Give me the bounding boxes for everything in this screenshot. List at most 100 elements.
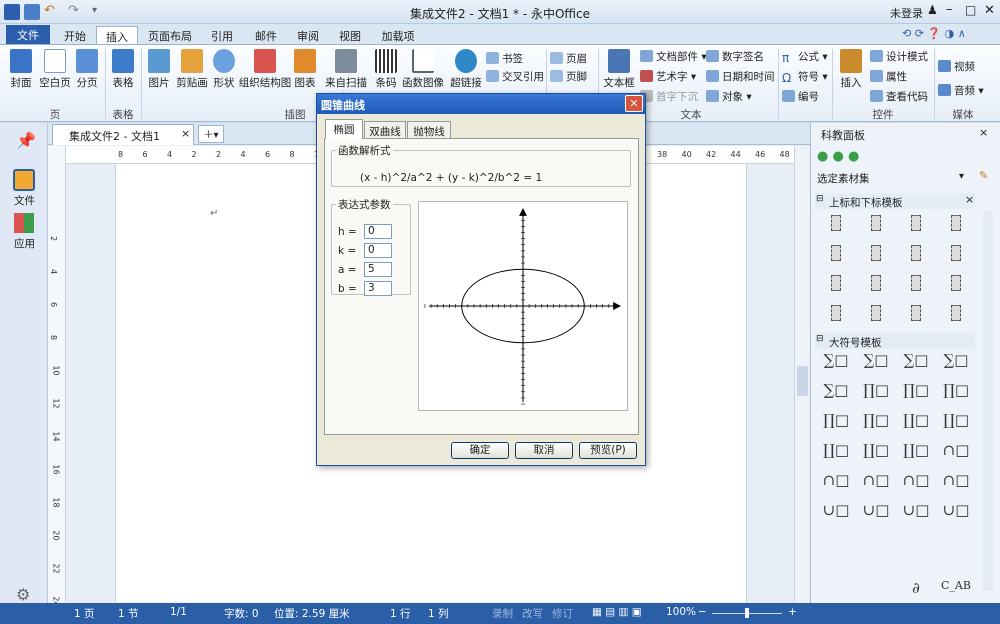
symbol-template[interactable]: ∏□ bbox=[937, 381, 975, 399]
tab-hyperbola[interactable]: 双曲线 bbox=[364, 121, 406, 139]
status-overwrite[interactable]: 改写 bbox=[522, 606, 543, 621]
apps-icon[interactable] bbox=[14, 213, 34, 233]
superscript-template[interactable] bbox=[951, 305, 961, 321]
symbol-template[interactable]: ∩□ bbox=[817, 471, 855, 489]
tab-references[interactable]: 引用 bbox=[204, 26, 240, 44]
param-k-input[interactable]: 0 bbox=[364, 243, 392, 258]
preview-button[interactable]: 预览(P) bbox=[579, 442, 637, 459]
zoom-level[interactable]: 100% bbox=[666, 606, 696, 618]
superscript-template[interactable] bbox=[951, 215, 961, 231]
tab-mailings[interactable]: 邮件 bbox=[248, 26, 284, 44]
tab-addins[interactable]: 加载项 bbox=[376, 26, 420, 44]
superscript-template[interactable] bbox=[831, 215, 841, 231]
symbol-template[interactable]: ∐□ bbox=[897, 411, 935, 429]
symbol-template[interactable]: ∐□ bbox=[897, 441, 935, 459]
chart-button[interactable]: 图表 bbox=[292, 49, 318, 90]
tab-parabola[interactable]: 抛物线 bbox=[407, 121, 451, 139]
signature-button[interactable]: 数字签名 bbox=[706, 49, 764, 64]
superscript-template[interactable] bbox=[871, 245, 881, 261]
superscript-template[interactable] bbox=[871, 215, 881, 231]
clipart-button[interactable]: 剪贴画 bbox=[174, 49, 210, 90]
superscript-template[interactable] bbox=[831, 275, 841, 291]
view-mode-icons[interactable]: ▦ ▤ ▥ ▣ bbox=[592, 606, 642, 618]
symbol-template[interactable]: ∩□ bbox=[937, 471, 975, 489]
picture-button[interactable]: 图片 bbox=[144, 49, 174, 90]
insert-control-button[interactable]: 插入 bbox=[836, 49, 866, 90]
symbol-template[interactable]: ∑□ bbox=[937, 351, 975, 369]
design-mode-button[interactable]: 设计模式 bbox=[870, 49, 928, 64]
function-graph-button[interactable]: 函数图像 bbox=[402, 49, 444, 90]
cover-page-button[interactable]: 封面 bbox=[4, 49, 38, 90]
tab-file[interactable]: 文件 bbox=[6, 25, 50, 44]
file-rail-label[interactable]: 文件 bbox=[14, 193, 35, 208]
tab-view[interactable]: 视图 bbox=[332, 26, 368, 44]
superscript-template[interactable] bbox=[951, 275, 961, 291]
superscript-template[interactable] bbox=[831, 305, 841, 321]
section-superscript-subscript[interactable]: 上标和下标模板 bbox=[815, 193, 975, 209]
edit-tool-icon[interactable]: ✎ bbox=[979, 169, 988, 182]
ok-button[interactable]: 确定 bbox=[451, 442, 509, 459]
superscript-template-grid[interactable] bbox=[817, 211, 977, 331]
superscript-template[interactable] bbox=[831, 245, 841, 261]
zoom-slider-thumb[interactable] bbox=[745, 608, 749, 618]
hyperlink-button[interactable]: 超链接 bbox=[448, 49, 484, 90]
symbol-template[interactable]: ∑□ bbox=[857, 351, 895, 369]
section-close-icon[interactable]: × bbox=[965, 193, 974, 206]
symbol-template[interactable]: ∑□ bbox=[897, 351, 935, 369]
panel-tool-icons[interactable]: ● ● ● bbox=[817, 149, 859, 164]
symbol-template[interactable]: ∏□ bbox=[857, 381, 895, 399]
view-code-button[interactable]: 查看代码 bbox=[870, 89, 928, 104]
large-symbol-template-grid[interactable]: ∑□ ∑□ ∑□ ∑□ ∑□ ∏□ ∏□ ∏□ ∏□ ∏□ ∐□ ∐□ ∐□ ∐… bbox=[817, 351, 977, 567]
superscript-template[interactable] bbox=[911, 305, 921, 321]
help-icons[interactable]: ⟲ ⟳ ❓ ◑ ∧ bbox=[902, 27, 966, 40]
symbol-template[interactable]: ∏□ bbox=[897, 381, 935, 399]
doc-parts-button[interactable]: 文档部件 ▾ bbox=[640, 49, 707, 64]
cross-reference-button[interactable]: 交叉引用 bbox=[486, 69, 544, 84]
symbol-template[interactable]: ∐□ bbox=[937, 411, 975, 429]
settings-gear-icon[interactable]: ⚙ bbox=[16, 585, 30, 604]
status-track[interactable]: 修订 bbox=[552, 606, 573, 621]
symbol-template[interactable]: ∐□ bbox=[857, 441, 895, 459]
header-button[interactable]: 页眉 bbox=[550, 51, 587, 66]
symbol-template[interactable]: ∏□ bbox=[857, 411, 895, 429]
wordart-button[interactable]: 艺术字 ▾ bbox=[640, 69, 696, 84]
footer-button[interactable]: 页脚 bbox=[550, 69, 587, 84]
superscript-template[interactable] bbox=[911, 275, 921, 291]
param-b-input[interactable]: 3 bbox=[364, 281, 392, 296]
pin-icon[interactable]: 📌 bbox=[16, 131, 36, 150]
object-button[interactable]: 对象 ▾ bbox=[706, 89, 752, 104]
minimize-button[interactable]: – bbox=[946, 2, 953, 17]
textbox-button[interactable]: 文本框 bbox=[602, 49, 636, 90]
vertical-scrollbar[interactable] bbox=[794, 146, 810, 602]
symbol-template[interactable]: ∩□ bbox=[897, 471, 935, 489]
panel-close-icon[interactable]: × bbox=[979, 126, 988, 139]
selector-dropdown-icon[interactable]: ▾ bbox=[959, 171, 964, 182]
document-tab[interactable]: 集成文件2 - 文档1 × bbox=[52, 124, 194, 145]
superscript-template[interactable] bbox=[911, 215, 921, 231]
file-manager-icon[interactable] bbox=[13, 169, 35, 191]
symbol-template[interactable]: ∏□ bbox=[817, 411, 855, 429]
symbol-button[interactable]: Ω 符号 ▾ bbox=[782, 69, 828, 84]
video-button[interactable]: 视频 bbox=[938, 59, 975, 74]
status-record[interactable]: 录制 bbox=[492, 606, 513, 621]
dialog-title[interactable]: 圆锥曲线 bbox=[317, 94, 645, 114]
collapse-icon[interactable]: ⊟ bbox=[816, 194, 824, 204]
page-break-button[interactable]: 分页 bbox=[72, 49, 102, 90]
org-chart-button[interactable]: 组织结构图 bbox=[238, 49, 292, 90]
blank-page-button[interactable]: 空白页 bbox=[38, 49, 72, 90]
formula-button[interactable]: π 公式 ▾ bbox=[782, 49, 828, 64]
symbol-template[interactable]: C_AB bbox=[937, 579, 975, 592]
symbol-template[interactable]: ∑□ bbox=[817, 351, 855, 369]
symbol-template[interactable]: ∪□ bbox=[857, 501, 895, 519]
symbol-template[interactable]: ∪□ bbox=[937, 501, 975, 519]
param-h-input[interactable]: 0 bbox=[364, 224, 392, 239]
new-tab-button[interactable]: ＋▾ bbox=[198, 125, 224, 143]
table-button[interactable]: 表格 bbox=[108, 49, 138, 90]
account-status[interactable]: 未登录 bbox=[890, 5, 923, 21]
symbol-template[interactable]: ∪□ bbox=[897, 501, 935, 519]
superscript-template[interactable] bbox=[871, 275, 881, 291]
zoom-in-icon[interactable]: + bbox=[788, 606, 797, 618]
tab-page-layout[interactable]: 页面布局 bbox=[144, 26, 196, 44]
collapse-icon-2[interactable]: ⊟ bbox=[816, 334, 824, 344]
panel-scrollbar[interactable] bbox=[983, 211, 993, 591]
